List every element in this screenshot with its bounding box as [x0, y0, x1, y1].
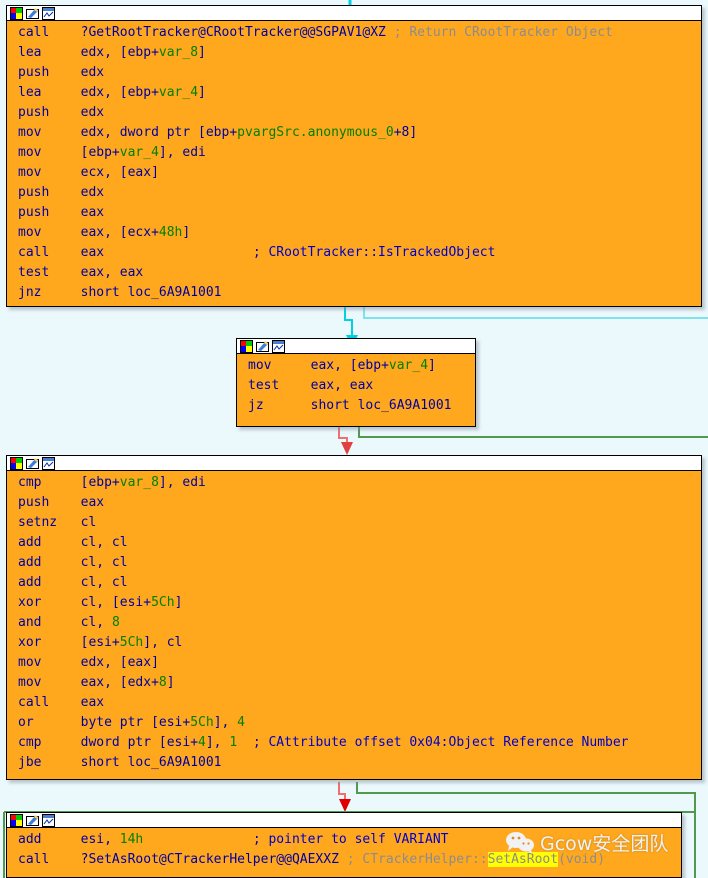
instruction-line[interactable]: mov [ebp+var_4], edi — [7, 143, 701, 163]
palette-icon[interactable] — [240, 340, 253, 353]
block-4-titlebar[interactable] — [7, 813, 681, 828]
instruction-line[interactable]: cmp [ebp+var_8], edi — [7, 473, 701, 493]
block-4-body: add esi, 14h ; pointer to self VARIANTca… — [7, 828, 681, 872]
graph-window-icon[interactable] — [272, 340, 285, 353]
basic-block-2[interactable]: mov eax, [ebp+var_4]test eax, eaxjz shor… — [236, 338, 476, 427]
pencil-icon[interactable] — [26, 457, 39, 470]
instruction-line[interactable]: add cl, cl — [7, 573, 701, 593]
instruction-line[interactable]: push eax — [7, 203, 701, 223]
block-1-body: call ?GetRootTracker@CRootTracker@@SGPAV… — [7, 21, 701, 305]
block-1-titlebar[interactable] — [7, 6, 701, 21]
instruction-line[interactable]: call eax ; CRootTracker::IsTrackedObject — [7, 243, 701, 263]
palette-icon[interactable] — [10, 457, 23, 470]
instruction-line[interactable]: push edx — [7, 103, 701, 123]
edge-block1-false-to-block2 — [345, 306, 352, 337]
basic-block-3[interactable]: cmp [ebp+var_8], edipush eaxsetnz cladd … — [6, 455, 702, 780]
graph-window-icon[interactable] — [42, 7, 55, 20]
block-3-titlebar[interactable] — [7, 456, 701, 471]
palette-icon[interactable] — [10, 7, 23, 20]
instruction-line[interactable]: mov eax, [ecx+48h] — [7, 223, 701, 243]
instruction-line[interactable]: or byte ptr [esi+5Ch], 4 — [7, 713, 701, 733]
block-3-body: cmp [ebp+var_8], edipush eaxsetnz cladd … — [7, 471, 701, 775]
instruction-line[interactable]: mov eax, [edx+8] — [7, 673, 701, 693]
block-2-body: mov eax, [ebp+var_4]test eax, eaxjz shor… — [237, 354, 475, 418]
instruction-line[interactable]: lea edx, [ebp+var_4] — [7, 83, 701, 103]
instruction-line[interactable]: jbe short loc_6A9A1001 — [7, 753, 701, 773]
instruction-line[interactable]: test eax, eax — [7, 263, 701, 283]
instruction-line[interactable]: xor [esi+5Ch], cl — [7, 633, 701, 653]
instruction-line[interactable]: xor cl, [esi+5Ch] — [7, 593, 701, 613]
edge-block2-true-jz — [359, 427, 708, 437]
basic-block-1[interactable]: call ?GetRootTracker@CRootTracker@@SGPAV… — [6, 5, 702, 307]
palette-icon[interactable] — [10, 814, 23, 827]
edge-block3-false-to-block4 — [339, 782, 345, 800]
instruction-line[interactable]: lea edx, [ebp+var_8] — [7, 43, 701, 63]
block-2-titlebar[interactable] — [237, 339, 475, 354]
instruction-line[interactable]: setnz cl — [7, 513, 701, 533]
instruction-line[interactable]: and cl, 8 — [7, 613, 701, 633]
graph-window-icon[interactable] — [42, 457, 55, 470]
instruction-line[interactable]: mov edx, [eax] — [7, 653, 701, 673]
instruction-line[interactable]: add cl, cl — [7, 553, 701, 573]
instruction-line[interactable]: add cl, cl — [7, 533, 701, 553]
instruction-line[interactable]: call ?SetAsRoot@CTrackerHelper@@QAEXXZ ;… — [7, 850, 681, 870]
instruction-line[interactable]: test eax, eax — [237, 376, 475, 396]
instruction-line[interactable]: push eax — [7, 493, 701, 513]
edge-block2-false-to-block3 — [339, 427, 347, 444]
instruction-line[interactable]: mov edx, dword ptr [ebp+pvargSrc.anonymo… — [7, 123, 701, 143]
pencil-icon[interactable] — [26, 7, 39, 20]
pencil-icon[interactable] — [256, 340, 269, 353]
instruction-line[interactable]: call ?GetRootTracker@CRootTracker@@SGPAV… — [7, 23, 701, 43]
edge-arrowhead-block4-in — [339, 799, 351, 812]
pencil-icon[interactable] — [26, 814, 39, 827]
instruction-line[interactable]: add esi, 14h ; pointer to self VARIANT — [7, 830, 681, 850]
edge-block1-true-jnz — [364, 306, 708, 318]
instruction-line[interactable]: cmp dword ptr [esi+4], 1 ; CAttribute of… — [7, 733, 701, 753]
instruction-line[interactable]: jz short loc_6A9A1001 — [237, 396, 475, 416]
instruction-line[interactable]: call eax — [7, 693, 701, 713]
edge-arrowhead-block3-in — [341, 442, 353, 455]
basic-block-4[interactable]: add esi, 14h ; pointer to self VARIANTca… — [6, 812, 682, 878]
instruction-line[interactable]: push edx — [7, 183, 701, 203]
instruction-line[interactable]: push edx — [7, 63, 701, 83]
instruction-line[interactable]: mov ecx, [eax] — [7, 163, 701, 183]
instruction-line[interactable]: mov eax, [ebp+var_4] — [237, 356, 475, 376]
instruction-line[interactable]: jnz short loc_6A9A1001 — [7, 283, 701, 303]
graph-window-icon[interactable] — [42, 814, 55, 827]
